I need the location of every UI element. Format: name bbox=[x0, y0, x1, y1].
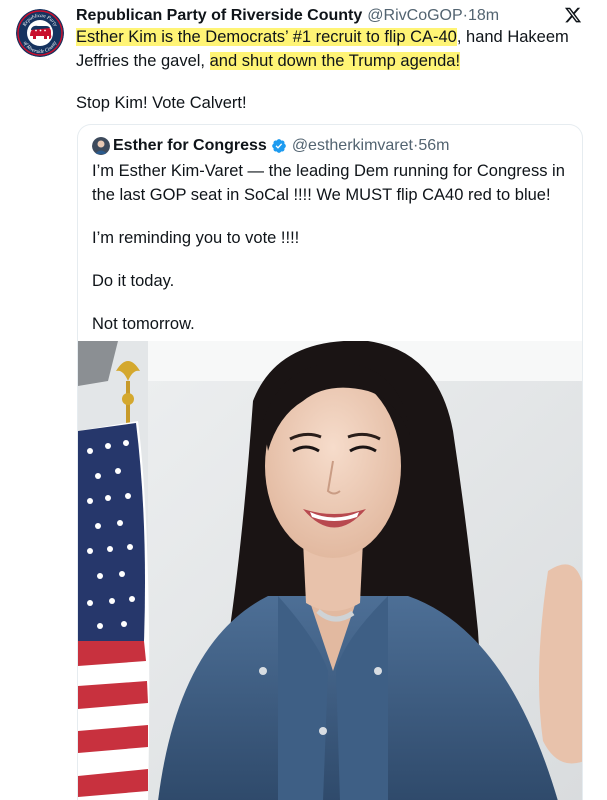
quoted-author-handle[interactable]: @estherkimvaret bbox=[292, 137, 413, 155]
post-timestamp[interactable]: 18m bbox=[468, 6, 499, 26]
video-still-image bbox=[78, 341, 582, 800]
author-name[interactable]: Republican Party of Riverside County bbox=[76, 6, 362, 26]
quoted-post-header: Esther for Congress @estherkimvaret · 56… bbox=[92, 135, 449, 157]
author-handle[interactable]: @RivCoGOP bbox=[367, 6, 462, 26]
highlighted-text-1: Esther Kim is the Democrats’ #1 recruit … bbox=[76, 28, 457, 46]
post-text: Esther Kim is the Democrats’ #1 recruit … bbox=[76, 25, 586, 115]
quoted-avatar[interactable] bbox=[92, 137, 110, 155]
post: Republican Party of Riverside County Rep… bbox=[0, 0, 607, 800]
verified-badge-icon bbox=[271, 139, 286, 153]
quoted-paragraph-3: Do it today. bbox=[92, 272, 175, 290]
highlighted-text-2: and shut down the Trump agenda! bbox=[209, 52, 461, 70]
avatar[interactable]: Republican Party of Riverside County bbox=[16, 9, 64, 57]
party-seal-icon: Republican Party of Riverside County bbox=[16, 9, 64, 57]
post-paragraph-1: Esther Kim is the Democrats’ #1 recruit … bbox=[76, 25, 586, 73]
quoted-post-text: I’m Esther Kim-Varet — the leading Dem r… bbox=[92, 159, 572, 355]
video-thumbnail[interactable] bbox=[78, 341, 582, 800]
quoted-timestamp[interactable]: 56m bbox=[418, 137, 449, 155]
post-paragraph-2: Stop Kim! Vote Calvert! bbox=[76, 94, 247, 112]
post-header: Republican Party of Riverside County @Ri… bbox=[76, 5, 576, 27]
quoted-author-name[interactable]: Esther for Congress bbox=[113, 137, 267, 155]
quoted-paragraph-1: I’m Esther Kim-Varet — the leading Dem r… bbox=[92, 162, 565, 204]
quoted-paragraph-2: I’m reminding you to vote !!!! bbox=[92, 229, 300, 247]
quoted-paragraph-4: Not tomorrow. bbox=[92, 315, 195, 333]
quoted-post[interactable]: Esther for Congress @estherkimvaret · 56… bbox=[77, 124, 583, 800]
x-logo-icon[interactable] bbox=[564, 6, 582, 24]
